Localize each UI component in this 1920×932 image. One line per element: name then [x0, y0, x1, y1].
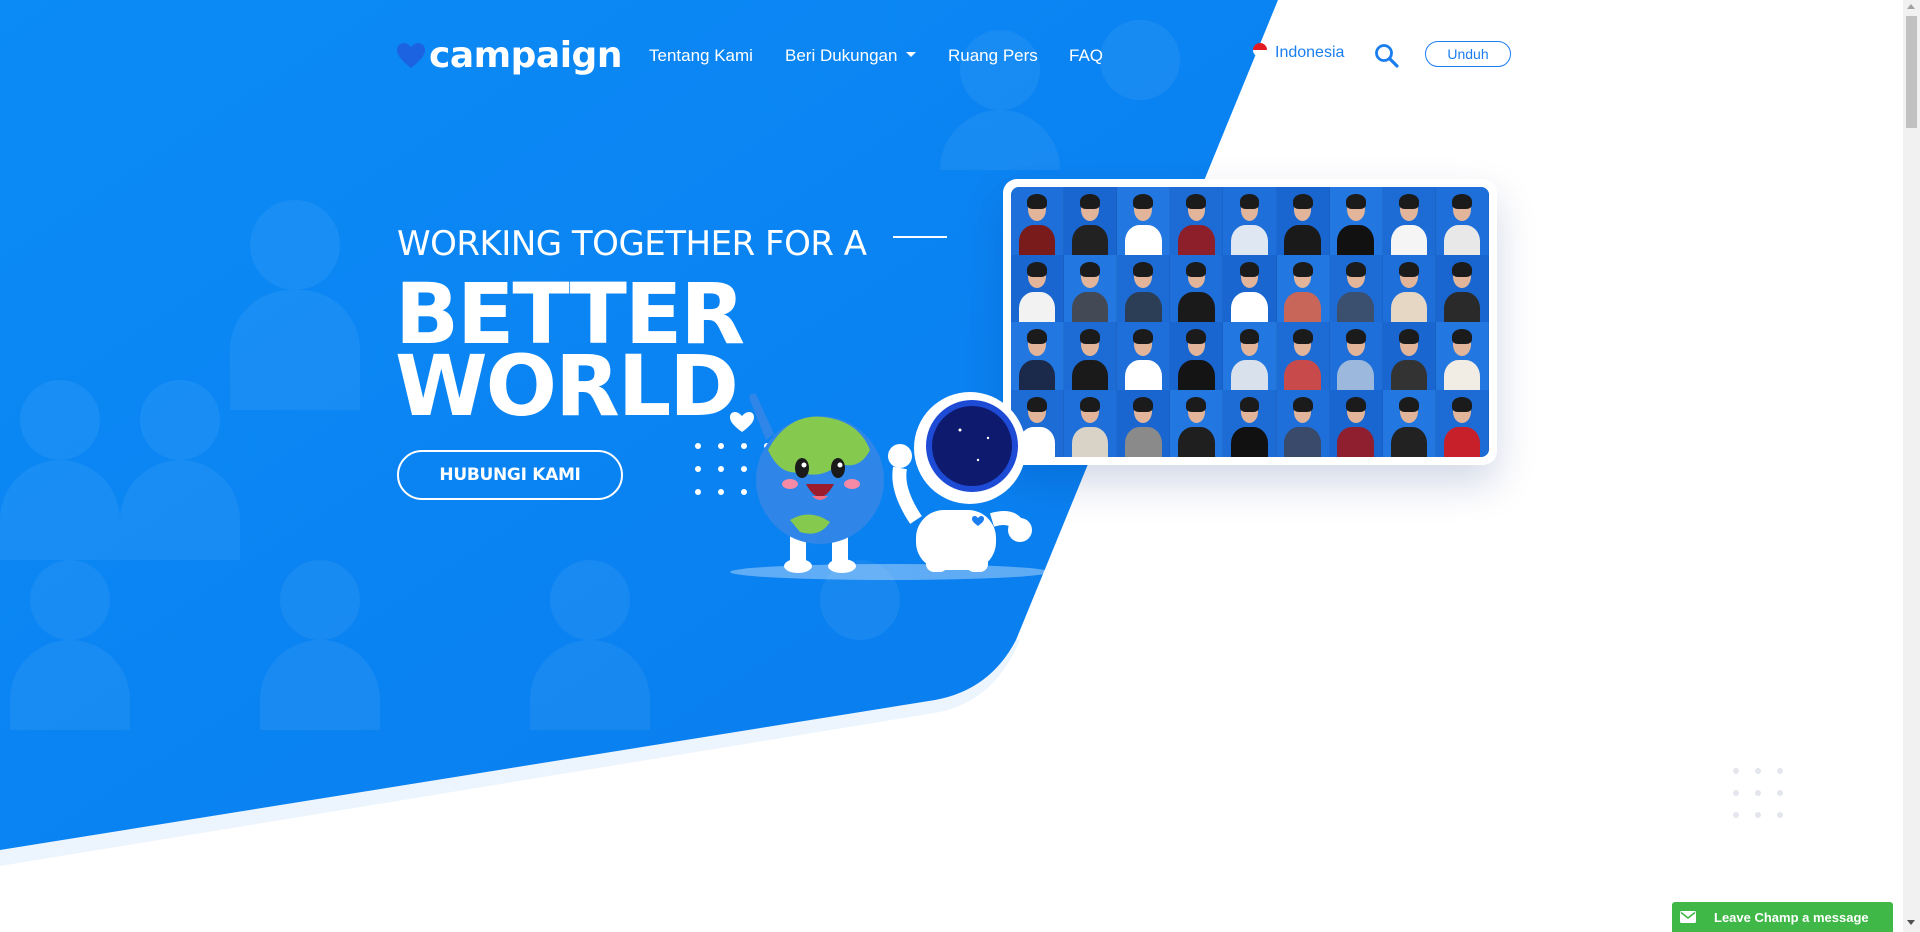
language-selector[interactable]: Indonesia [1253, 43, 1345, 62]
team-member-photo [1382, 187, 1436, 255]
team-member-photo [1223, 187, 1277, 255]
mascot-illustration [730, 392, 1050, 580]
team-member-photo [1117, 389, 1171, 457]
download-button[interactable]: Unduh [1425, 41, 1511, 67]
team-member-photo [1223, 322, 1277, 390]
hero-title: BETTER WORLD [395, 272, 745, 435]
team-member-photo [1435, 187, 1489, 255]
nav-faq[interactable]: FAQ [1069, 46, 1103, 66]
team-member-photo [1064, 254, 1118, 322]
team-member-photo [1276, 389, 1330, 457]
heart-icon [730, 412, 754, 432]
team-member-photo [1329, 254, 1383, 322]
hero-title-line2: WORLD [395, 337, 739, 435]
team-member-photo [1329, 187, 1383, 255]
globe-mascot [749, 393, 884, 573]
nav-ruang-pers[interactable]: Ruang Pers [948, 46, 1038, 66]
team-member-photo [1276, 322, 1330, 390]
team-member-photo [1223, 254, 1277, 322]
team-member-photo [1064, 389, 1118, 457]
team-member-photo [1064, 187, 1118, 255]
indonesia-flag-icon [1253, 43, 1267, 57]
team-member-photo [1170, 322, 1224, 390]
scrollbar-thumb[interactable] [1906, 16, 1917, 128]
envelope-icon [1672, 902, 1704, 932]
team-member-photo [1382, 389, 1436, 457]
nav-label: Ruang Pers [948, 46, 1038, 65]
decorative-dots-gray [1733, 768, 1783, 818]
team-photo-grid [1011, 187, 1489, 457]
download-label: Unduh [1447, 46, 1489, 62]
nav-label: Tentang Kami [649, 46, 753, 65]
caret-down-icon [906, 52, 917, 58]
nav-beri-dukungan[interactable]: Beri Dukungan [785, 46, 917, 66]
nav-tentang-kami[interactable]: Tentang Kami [649, 46, 753, 66]
scroll-down-arrow-icon[interactable] [1907, 920, 1915, 925]
team-member-photo [1329, 322, 1383, 390]
team-member-photo [1170, 187, 1224, 255]
nav-label: FAQ [1069, 46, 1104, 65]
hero-divider-line [893, 236, 947, 238]
logo-text: campaign [429, 35, 622, 76]
team-member-photo [1170, 389, 1224, 457]
team-member-photo [1382, 322, 1436, 390]
team-member-photo [1435, 322, 1489, 390]
ground-shadow [730, 564, 1050, 580]
team-member-photo [1276, 254, 1330, 322]
team-member-photo [1223, 389, 1277, 457]
page-scrollbar[interactable] [1903, 0, 1920, 932]
scroll-up-arrow-icon[interactable] [1907, 4, 1915, 9]
team-member-photo [1117, 322, 1171, 390]
team-member-photo [1117, 254, 1171, 322]
language-label: Indonesia [1275, 44, 1345, 61]
team-member-photo [1117, 187, 1171, 255]
team-member-photo [1435, 389, 1489, 457]
team-photo-card [1003, 179, 1497, 465]
campaign-logo[interactable]: campaign [397, 36, 622, 76]
team-member-photo [1276, 187, 1330, 255]
team-member-photo [1064, 322, 1118, 390]
top-navigation: campaign Tentang Kami Beri Dukungan Ruan… [397, 34, 1512, 80]
team-member-photo [1435, 254, 1489, 322]
chat-widget-button[interactable]: Leave Champ a message [1672, 902, 1893, 932]
heart-icon [397, 43, 425, 68]
hero-pretitle: WORKING TOGETHER FOR A [397, 224, 867, 264]
team-member-photo [1170, 254, 1224, 322]
contact-us-button[interactable]: HUBUNGI KAMI [397, 450, 623, 500]
chat-widget-label: Leave Champ a message [1714, 909, 1869, 925]
team-member-photo [1011, 187, 1065, 255]
search-icon[interactable] [1374, 43, 1400, 69]
nav-label: Beri Dukungan [785, 46, 898, 65]
team-member-photo [1011, 254, 1065, 322]
astronaut-mascot [888, 392, 1032, 572]
contact-us-label: HUBUNGI KAMI [439, 465, 581, 485]
team-member-photo [1382, 254, 1436, 322]
team-member-photo [1329, 389, 1383, 457]
